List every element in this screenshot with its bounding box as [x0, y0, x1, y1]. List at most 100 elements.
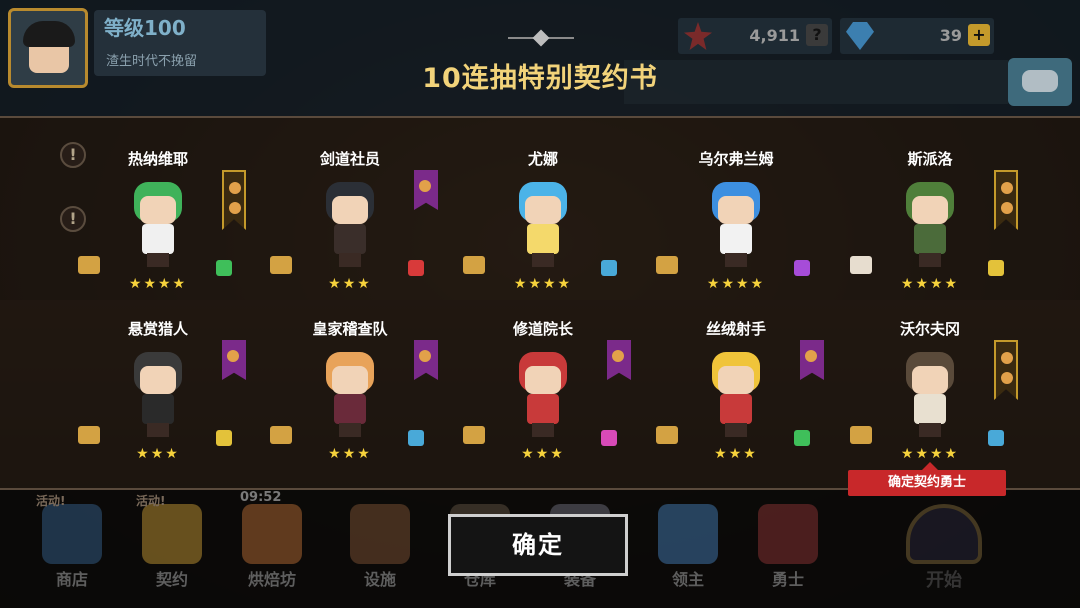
scroll-icon: [656, 426, 678, 444]
hero-legs: [919, 423, 941, 437]
hero-legs: [725, 423, 747, 437]
hero-card[interactable]: 剑道社员 ★★★: [270, 148, 470, 328]
hero-name: 沃尔夫冈: [899, 320, 960, 338]
hero-card[interactable]: 乌尔弗兰姆 ★★★★: [656, 148, 856, 328]
pack-title: 10连抽特别契约书: [422, 63, 658, 94]
hero-body: [334, 224, 366, 254]
scroll-icon: [78, 256, 100, 274]
player-subtitle: 渣生时代不挽留: [106, 54, 198, 69]
nav-item-1[interactable]: 活动! 商店: [32, 490, 112, 608]
banner-emblem-icon: [1001, 372, 1013, 384]
player-avatar[interactable]: [8, 8, 88, 88]
hero-portrait: [698, 346, 774, 438]
hero-card[interactable]: 热纳维耶 ★★★★: [78, 148, 278, 328]
nav-icon: [758, 504, 818, 564]
hero-stars: ★★★: [521, 446, 565, 462]
nav-item-4[interactable]: 设施: [340, 490, 420, 608]
nav-item-7[interactable]: 领主: [648, 490, 728, 608]
nav-item-8[interactable]: 勇士: [748, 490, 828, 608]
hero-card[interactable]: 修道院长 ★★★: [463, 318, 663, 498]
hero-card[interactable]: 悬赏猎人 ★★★: [78, 318, 278, 498]
banner-emblem-icon: [229, 182, 241, 194]
hero-name: 修道院长: [512, 320, 573, 338]
nav-icon: [42, 504, 102, 564]
hero-face: [718, 366, 754, 394]
class-icon: [601, 260, 617, 276]
gem-currency-value: 39: [939, 26, 962, 45]
rarity-banner-icon: [800, 340, 824, 380]
hero-legs: [339, 253, 361, 267]
hero-portrait: [120, 346, 196, 438]
nav-icon: [142, 504, 202, 564]
hero-card[interactable]: 丝绒射手 ★★★: [656, 318, 856, 498]
rarity-banner-icon: [607, 340, 631, 380]
nav-item-2[interactable]: 活动! 契约: [132, 490, 212, 608]
hero-name: 乌尔弗兰姆: [698, 150, 774, 168]
nav-label: 商店: [55, 570, 88, 589]
hero-name: 丝绒射手: [705, 320, 766, 338]
star-currency-value: 4,911: [749, 26, 800, 45]
hero-stars: ★★★: [328, 446, 372, 462]
class-icon: [216, 260, 232, 276]
hero-legs: [532, 253, 554, 267]
hero-stars: ★★★: [136, 446, 180, 462]
nav-label: 领主: [671, 570, 704, 589]
hero-body: [527, 394, 559, 424]
rarity-banner-icon: [994, 340, 1018, 400]
hero-legs: [147, 253, 169, 267]
hero-legs: [339, 423, 361, 437]
scroll-icon: [463, 426, 485, 444]
hero-card[interactable]: 尤娜 ★★★★: [463, 148, 663, 328]
hero-card[interactable]: 斯派洛 ★★★★: [850, 148, 1050, 328]
confirm-button[interactable]: 确定: [448, 514, 628, 576]
hero-portrait: [120, 176, 196, 268]
nav-label: 勇士: [771, 570, 804, 589]
banner-emblem-icon: [229, 202, 241, 214]
chat-button[interactable]: [1008, 58, 1072, 106]
star-currency: 4,911 ?: [678, 18, 832, 54]
rarity-banner-icon: [222, 170, 246, 230]
hero-face: [912, 366, 948, 394]
start-button[interactable]: 开始: [896, 500, 992, 591]
class-icon: [216, 430, 232, 446]
nav-badge: 09:52: [240, 490, 282, 505]
hero-face: [525, 366, 561, 394]
class-icon: [601, 430, 617, 446]
title-ornament: [508, 32, 574, 44]
banner-emblem-icon: [1001, 202, 1013, 214]
nav-label: 烘焙坊: [247, 570, 296, 589]
hero-face: [332, 366, 368, 394]
class-icon: [408, 430, 424, 446]
scroll-icon: [270, 256, 292, 274]
nav-icon: [350, 504, 410, 564]
banner-emblem-icon: [1001, 182, 1013, 194]
hero-card[interactable]: 皇家稽查队 ★★★: [270, 318, 470, 498]
banner-emblem-icon: [419, 350, 431, 362]
hero-name: 斯派洛: [907, 150, 953, 168]
hero-stars: ★★★: [714, 446, 758, 462]
nav-item-3[interactable]: 09:52 烘焙坊: [232, 490, 312, 608]
hero-body: [720, 224, 752, 254]
hero-face: [332, 196, 368, 224]
hero-name: 皇家稽查队: [312, 320, 388, 338]
hero-portrait: [698, 176, 774, 268]
class-icon: [988, 430, 1004, 446]
player-level: 等级100: [104, 16, 186, 40]
hero-legs: [725, 253, 747, 267]
hero-stars: ★★★: [328, 276, 372, 292]
banner-emblem-icon: [612, 350, 624, 362]
gem-icon: [846, 22, 874, 50]
hero-body: [914, 394, 946, 424]
rarity-banner-icon: [414, 170, 438, 210]
banner-emblem-icon: [805, 350, 817, 362]
hero-portrait: [892, 176, 968, 268]
hero-name: 剑道社员: [319, 150, 380, 168]
hero-body: [142, 394, 174, 424]
nav-icon: [242, 504, 302, 564]
hero-body: [142, 224, 174, 254]
add-gems-button[interactable]: +: [968, 24, 990, 46]
star-icon: [684, 22, 712, 50]
hero-legs: [147, 423, 169, 437]
help-icon[interactable]: ?: [806, 24, 828, 46]
banner-emblem-icon: [1001, 352, 1013, 364]
